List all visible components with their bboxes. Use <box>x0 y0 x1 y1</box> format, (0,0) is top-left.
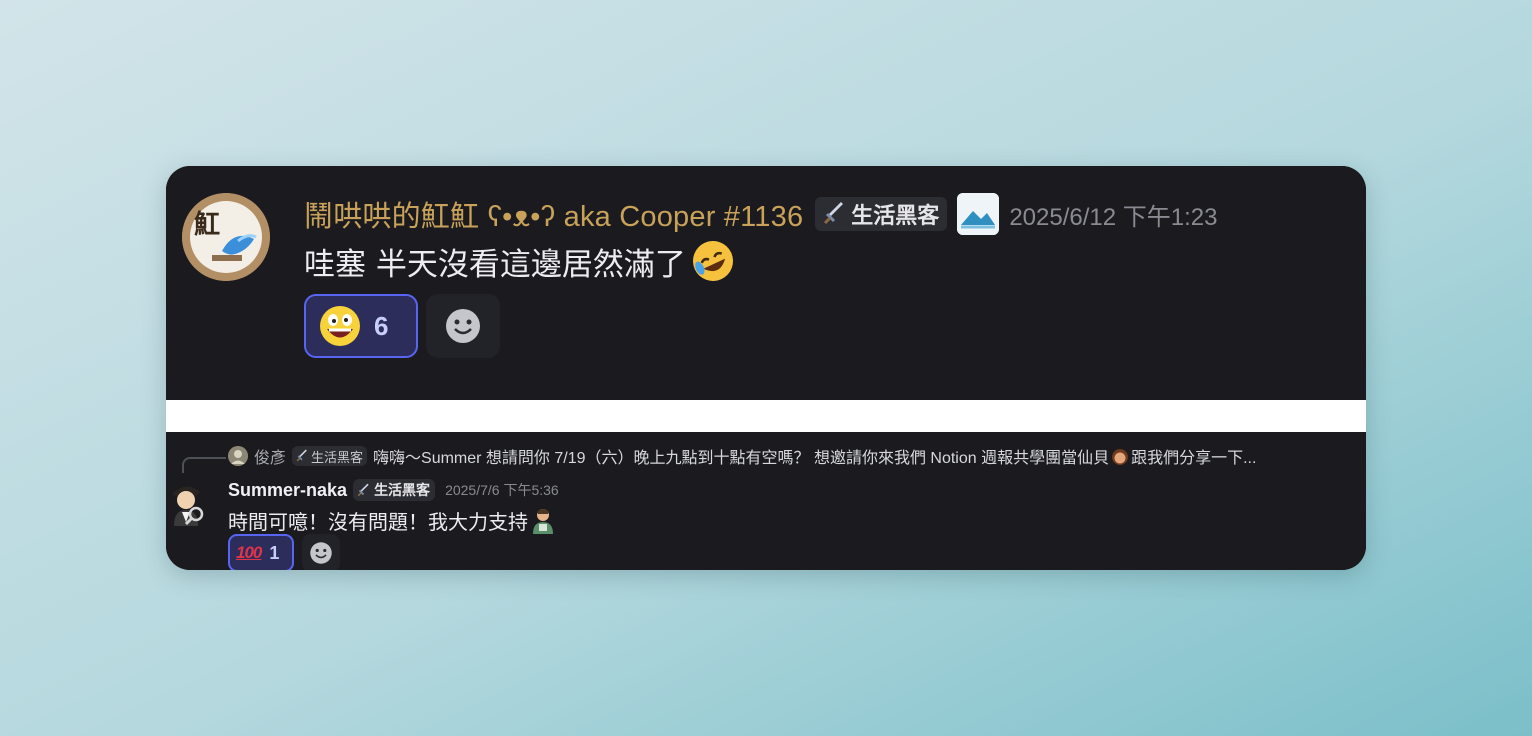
divider-strip <box>166 400 1366 432</box>
reply-role-tag: 生活黑客 <box>292 446 368 466</box>
reply-text-tail: 跟我們分享一下... <box>1131 450 1257 467</box>
reply-avatar-icon <box>228 446 248 466</box>
role-tag[interactable]: 生活黑客 <box>815 197 948 231</box>
message-1-reactions: 6 <box>304 294 500 358</box>
hundred-points-emoji-icon: 100 <box>236 543 262 562</box>
timestamp[interactable]: 2025/6/12 下午1:23 <box>1009 197 1217 232</box>
rofl-emoji-icon <box>692 241 733 281</box>
reply-preview[interactable]: 俊彥 生活黑客 嗨嗨～Summer 想請問你 7/19（六）晚上九點到十點有空嗎… <box>228 444 1256 468</box>
message-2-header: Summer-naka 生活黑客 2025/7/6 下午5:36 <box>228 476 559 504</box>
message-2-content: 時間可噫！沒有問題！我大力支持 <box>228 504 556 536</box>
sword-icon <box>357 483 369 496</box>
add-reaction-icon <box>310 542 332 564</box>
message-2-reactions: 100 1 <box>228 534 340 570</box>
message-1-header: 鬧哄哄的魟魟 ʕ•ᴥ•ʔ aka Cooper #1136 生活黑客 2025/… <box>304 193 1217 235</box>
message-text: 哇塞 半天沒看這邊居然滿了 <box>304 246 686 283</box>
sword-icon <box>296 449 307 462</box>
message-1-content: 哇塞 半天沒看這邊居然滿了 <box>304 238 738 284</box>
role-label: 生活黑客 <box>851 203 940 228</box>
timestamp[interactable]: 2025/7/6 下午5:36 <box>445 480 559 500</box>
detective-avatar-icon[interactable] <box>166 478 206 526</box>
add-reaction-button[interactable] <box>302 534 340 570</box>
reaction-count: 6 <box>374 310 389 341</box>
reply-text: 嗨嗨～Summer 想請問你 7/19（六）晚上九點到十點有空嗎？ 想邀請你來我… <box>373 450 1110 467</box>
username[interactable]: 鬧哄哄的魟魟 ʕ•ᴥ•ʔ aka Cooper #1136 <box>304 193 803 235</box>
add-reaction-icon <box>446 309 480 343</box>
role-tag[interactable]: 生活黑客 <box>353 479 436 501</box>
role-label: 生活黑客 <box>311 449 364 465</box>
add-reaction-button[interactable] <box>426 294 500 358</box>
reaction-button[interactable]: 100 1 <box>228 534 294 570</box>
role-label: 生活黑客 <box>374 482 431 498</box>
reaction-count: 1 <box>269 542 280 563</box>
reply-connector <box>182 457 226 473</box>
sword-icon <box>824 202 844 225</box>
grinning-face-emoji-icon <box>320 306 360 346</box>
username[interactable]: Summer-naka <box>228 480 347 501</box>
image-icon[interactable] <box>957 193 1000 235</box>
reaction-button[interactable]: 6 <box>304 294 418 358</box>
crab-avatar-icon[interactable]: 魟 <box>182 193 270 281</box>
message-text: 時間可噫！沒有問題！我大力支持 <box>228 509 528 534</box>
chat-card: 魟 鬧哄哄的魟魟 ʕ•ᴥ•ʔ aka Cooper #1136 生活黑客 202… <box>166 166 1366 570</box>
person-emoji-icon <box>533 509 553 534</box>
woman-emoji-icon <box>1112 449 1129 465</box>
message-2: 俊彥 生活黑客 嗨嗨～Summer 想請問你 7/19（六）晚上九點到十點有空嗎… <box>166 432 1366 570</box>
message-1: 魟 鬧哄哄的魟魟 ʕ•ᴥ•ʔ aka Cooper #1136 生活黑客 202… <box>166 166 1366 400</box>
reply-username[interactable]: 俊彥 <box>254 444 286 468</box>
svg-text:魟: 魟 <box>194 210 220 240</box>
